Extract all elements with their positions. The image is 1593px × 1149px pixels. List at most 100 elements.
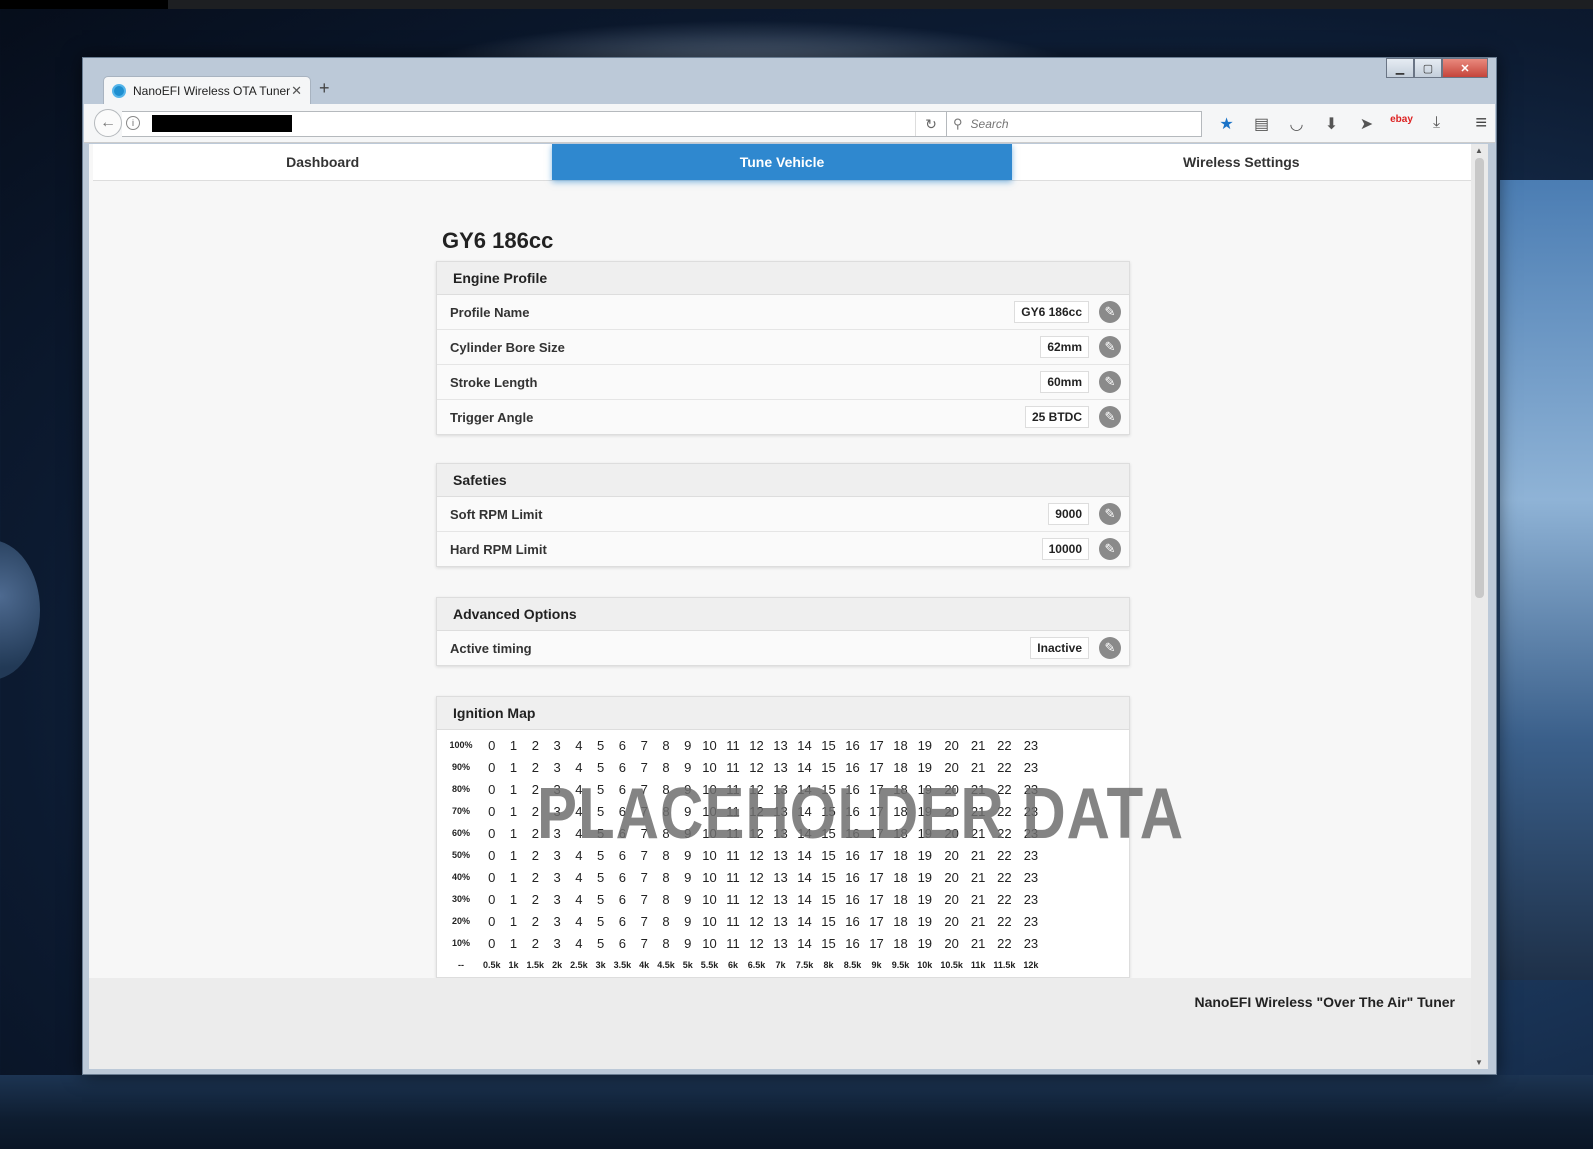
ignition-cell[interactable]: 16 (840, 932, 866, 954)
ignition-cell[interactable]: 23 (1019, 932, 1042, 954)
ignition-cell[interactable]: 5 (592, 734, 610, 756)
edit-pencil-icon[interactable]: ✎ (1099, 371, 1121, 393)
ignition-cell[interactable]: 6 (610, 932, 636, 954)
ignition-cell[interactable]: 11 (722, 910, 744, 932)
ignition-cell[interactable]: 9 (679, 932, 697, 954)
page-scrollbar[interactable]: ▲ ▼ (1471, 144, 1488, 1069)
ignition-cell[interactable]: 11 (722, 866, 744, 888)
pocket-icon[interactable]: ◡ (1279, 114, 1314, 134)
edit-pencil-icon[interactable]: ✎ (1099, 336, 1121, 358)
ignition-cell[interactable]: 6 (610, 888, 636, 910)
ignition-cell[interactable]: 5 (592, 866, 610, 888)
ignition-cell[interactable]: 1 (505, 778, 523, 800)
ignition-cell[interactable]: 11 (722, 888, 744, 910)
ignition-cell[interactable]: 23 (1019, 888, 1042, 910)
downloads-icon[interactable]: ⤓ (1419, 114, 1454, 134)
ignition-cell[interactable]: 22 (989, 910, 1019, 932)
ignition-cell[interactable]: 19 (913, 932, 936, 954)
ignition-cell[interactable]: 23 (1019, 910, 1042, 932)
ignition-cell[interactable]: 9 (679, 734, 697, 756)
scroll-down-icon[interactable]: ▼ (1475, 1058, 1483, 1067)
ignition-cell[interactable]: 19 (913, 888, 936, 910)
ignition-cell[interactable]: 16 (840, 866, 866, 888)
ignition-cell[interactable]: 7 (635, 866, 653, 888)
ignition-cell[interactable]: 18 (888, 888, 914, 910)
ignition-cell[interactable]: 2 (523, 888, 549, 910)
ignition-cell[interactable]: 0 (479, 844, 505, 866)
ignition-cell[interactable]: 21 (967, 888, 990, 910)
ignition-cell[interactable]: 19 (913, 734, 936, 756)
ignition-cell[interactable]: 1 (505, 734, 523, 756)
ignition-cell[interactable]: 13 (769, 888, 791, 910)
ignition-cell[interactable]: 8 (653, 734, 679, 756)
back-button[interactable]: ← (94, 109, 122, 137)
ignition-cell[interactable]: 22 (989, 888, 1019, 910)
ignition-cell[interactable]: 12 (744, 932, 770, 954)
ignition-cell[interactable]: 20 (936, 866, 967, 888)
ignition-cell[interactable]: 13 (769, 910, 791, 932)
ignition-cell[interactable]: 4 (566, 734, 592, 756)
ignition-cell[interactable]: 18 (888, 910, 914, 932)
ignition-cell[interactable]: 16 (840, 734, 866, 756)
edit-pencil-icon[interactable]: ✎ (1099, 503, 1121, 525)
ignition-cell[interactable]: 0 (479, 756, 505, 778)
ignition-cell[interactable]: 2 (523, 910, 549, 932)
ignition-cell[interactable]: 10 (697, 910, 723, 932)
ignition-cell[interactable]: 20 (936, 910, 967, 932)
nav-dashboard[interactable]: Dashboard (93, 144, 552, 180)
ignition-cell[interactable]: 18 (888, 866, 914, 888)
ignition-cell[interactable]: 18 (888, 932, 914, 954)
ignition-cell[interactable]: 17 (865, 888, 887, 910)
ignition-cell[interactable]: 1 (505, 844, 523, 866)
ignition-cell[interactable]: 13 (769, 734, 791, 756)
ignition-cell[interactable]: 3 (548, 734, 566, 756)
hamburger-menu-icon[interactable]: ≡ (1475, 112, 1487, 135)
ebay-icon[interactable]: ebay (1384, 114, 1419, 134)
ignition-cell[interactable]: 17 (865, 932, 887, 954)
ignition-cell[interactable]: 7 (635, 910, 653, 932)
ignition-cell[interactable]: 0 (479, 800, 505, 822)
ignition-cell[interactable]: 1 (505, 756, 523, 778)
ignition-cell[interactable]: 1 (505, 888, 523, 910)
ignition-cell[interactable]: 8 (653, 888, 679, 910)
ignition-cell[interactable]: 23 (1019, 866, 1042, 888)
ignition-cell[interactable]: 4 (566, 888, 592, 910)
ignition-cell[interactable]: 9 (679, 866, 697, 888)
scroll-up-icon[interactable]: ▲ (1475, 146, 1483, 155)
ignition-cell[interactable]: 20 (936, 734, 967, 756)
ignition-cell[interactable]: 12 (744, 888, 770, 910)
new-tab-button[interactable]: + (319, 78, 330, 99)
search-input[interactable] (968, 116, 1173, 132)
ignition-cell[interactable]: 0 (479, 734, 505, 756)
ignition-cell[interactable]: 8 (653, 866, 679, 888)
ignition-cell[interactable]: 11 (722, 734, 744, 756)
ignition-cell[interactable]: 14 (792, 866, 818, 888)
ignition-cell[interactable]: 13 (769, 932, 791, 954)
ignition-cell[interactable]: 1 (505, 910, 523, 932)
ignition-cell[interactable]: 17 (865, 866, 887, 888)
ignition-cell[interactable]: 1 (505, 932, 523, 954)
ignition-cell[interactable]: 5 (592, 910, 610, 932)
ignition-cell[interactable]: 6 (610, 910, 636, 932)
ignition-cell[interactable]: 7 (635, 932, 653, 954)
ignition-cell[interactable]: 0 (479, 888, 505, 910)
ignition-cell[interactable]: 0 (479, 910, 505, 932)
ignition-cell[interactable]: 16 (840, 910, 866, 932)
ignition-cell[interactable]: 4 (566, 910, 592, 932)
ignition-cell[interactable]: 11 (722, 932, 744, 954)
ignition-cell[interactable]: 4 (566, 932, 592, 954)
ignition-cell[interactable]: 3 (548, 910, 566, 932)
ignition-cell[interactable]: 10 (697, 866, 723, 888)
tab-close-icon[interactable]: ✕ (291, 83, 302, 99)
ignition-cell[interactable]: 14 (792, 734, 818, 756)
nav-tune-vehicle[interactable]: Tune Vehicle (552, 144, 1012, 180)
edit-pencil-icon[interactable]: ✎ (1099, 637, 1121, 659)
ignition-cell[interactable]: 5 (592, 888, 610, 910)
site-info-icon[interactable]: i (126, 116, 140, 130)
ignition-cell[interactable]: 5 (592, 932, 610, 954)
ignition-cell[interactable]: 2 (523, 932, 549, 954)
ignition-cell[interactable]: 14 (792, 910, 818, 932)
scrollbar-thumb[interactable] (1475, 158, 1484, 598)
ignition-cell[interactable]: 22 (989, 734, 1019, 756)
edit-pencil-icon[interactable]: ✎ (1099, 406, 1121, 428)
